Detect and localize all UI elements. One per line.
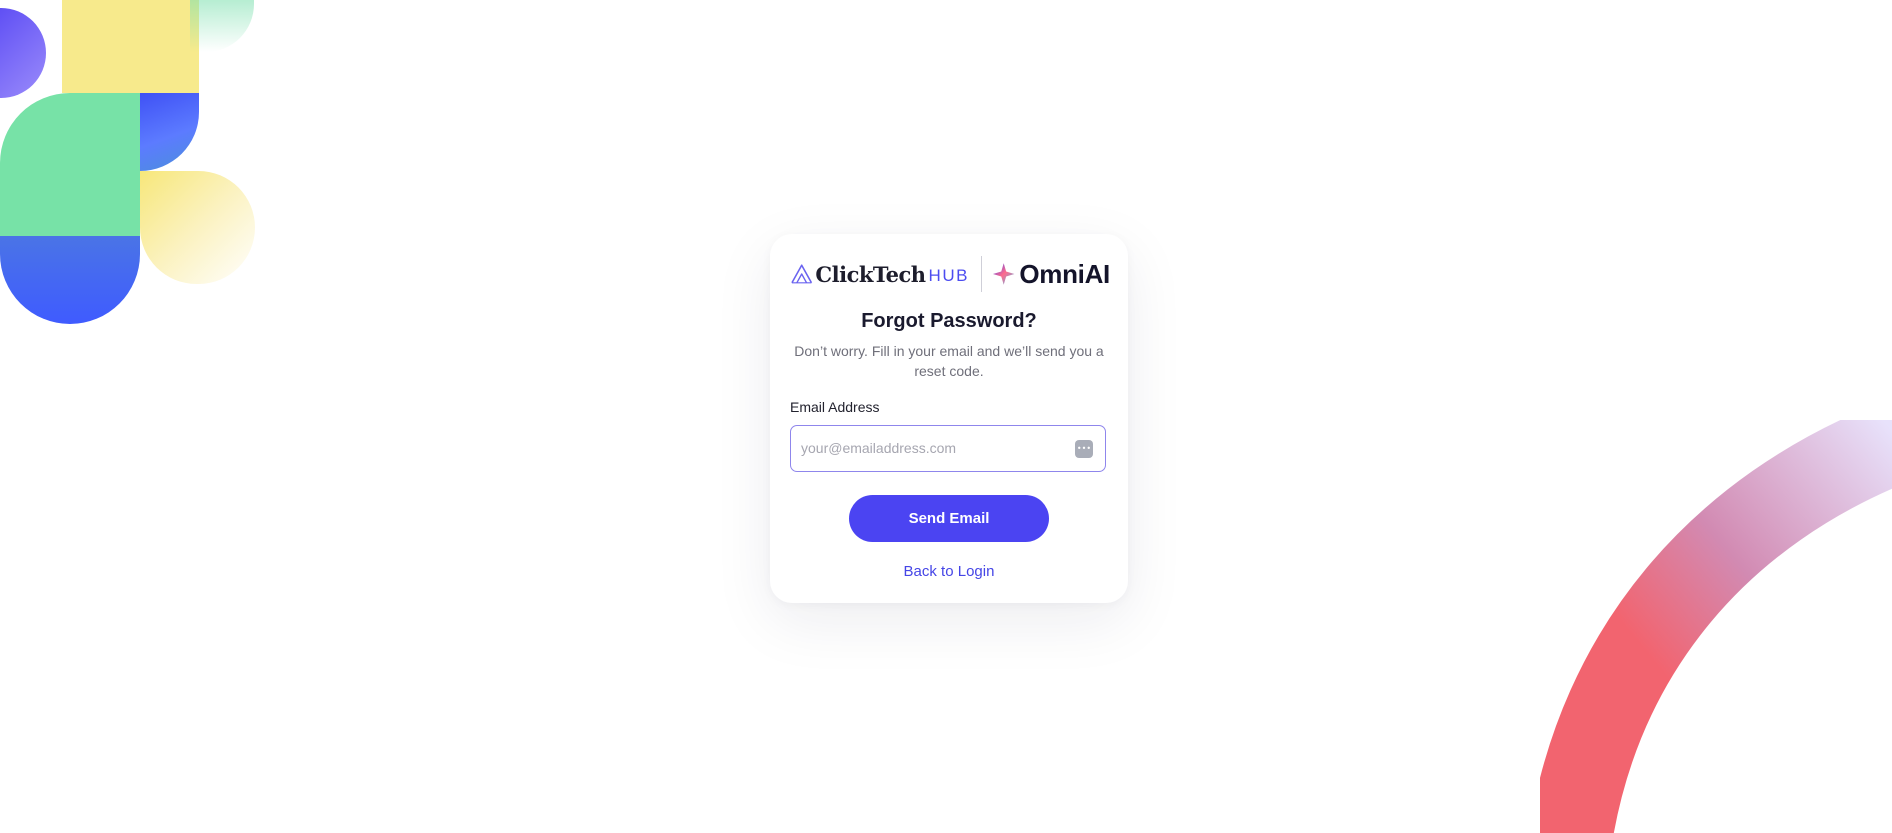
email-field[interactable] bbox=[801, 426, 1061, 470]
decorative-yellow-shape-bottom bbox=[140, 171, 255, 284]
clicktech-a-logo-icon bbox=[791, 264, 813, 284]
send-email-button[interactable]: Send Email bbox=[849, 495, 1049, 542]
password-manager-autofill-icon[interactable] bbox=[1075, 440, 1093, 458]
forgot-password-page: ClickTech HUB OmniAI Forgot Password? Do… bbox=[0, 0, 1892, 833]
decorative-blue-shape-small bbox=[140, 93, 199, 171]
forgot-password-card: ClickTech HUB OmniAI Forgot Password? Do… bbox=[770, 234, 1128, 603]
decorative-blue-shape-bottom bbox=[0, 236, 140, 324]
brand-logos: ClickTech HUB OmniAI bbox=[790, 254, 1110, 294]
back-to-login-link[interactable]: Back to Login bbox=[770, 563, 1128, 580]
brand-omniai-name: OmniAI bbox=[1019, 258, 1110, 289]
email-field-label: Email Address bbox=[790, 399, 880, 415]
brand-clicktech-name: ClickTech bbox=[815, 261, 926, 287]
page-subtitle: Don’t worry. Fill in your email and we’l… bbox=[794, 343, 1104, 379]
decorative-gradient-arc bbox=[1540, 420, 1892, 833]
decorative-mint-shape-top bbox=[190, 0, 254, 52]
logo-divider bbox=[980, 256, 982, 292]
decorative-green-shape bbox=[0, 93, 140, 236]
page-title: Forgot Password? bbox=[861, 310, 1037, 332]
decorative-blue-circle bbox=[0, 8, 46, 98]
brand-clicktech-suffix: HUB bbox=[928, 266, 969, 285]
omniai-star-logo-icon bbox=[992, 263, 1015, 285]
email-field-wrapper bbox=[790, 425, 1106, 472]
decorative-yellow-shape-top bbox=[62, 0, 199, 93]
